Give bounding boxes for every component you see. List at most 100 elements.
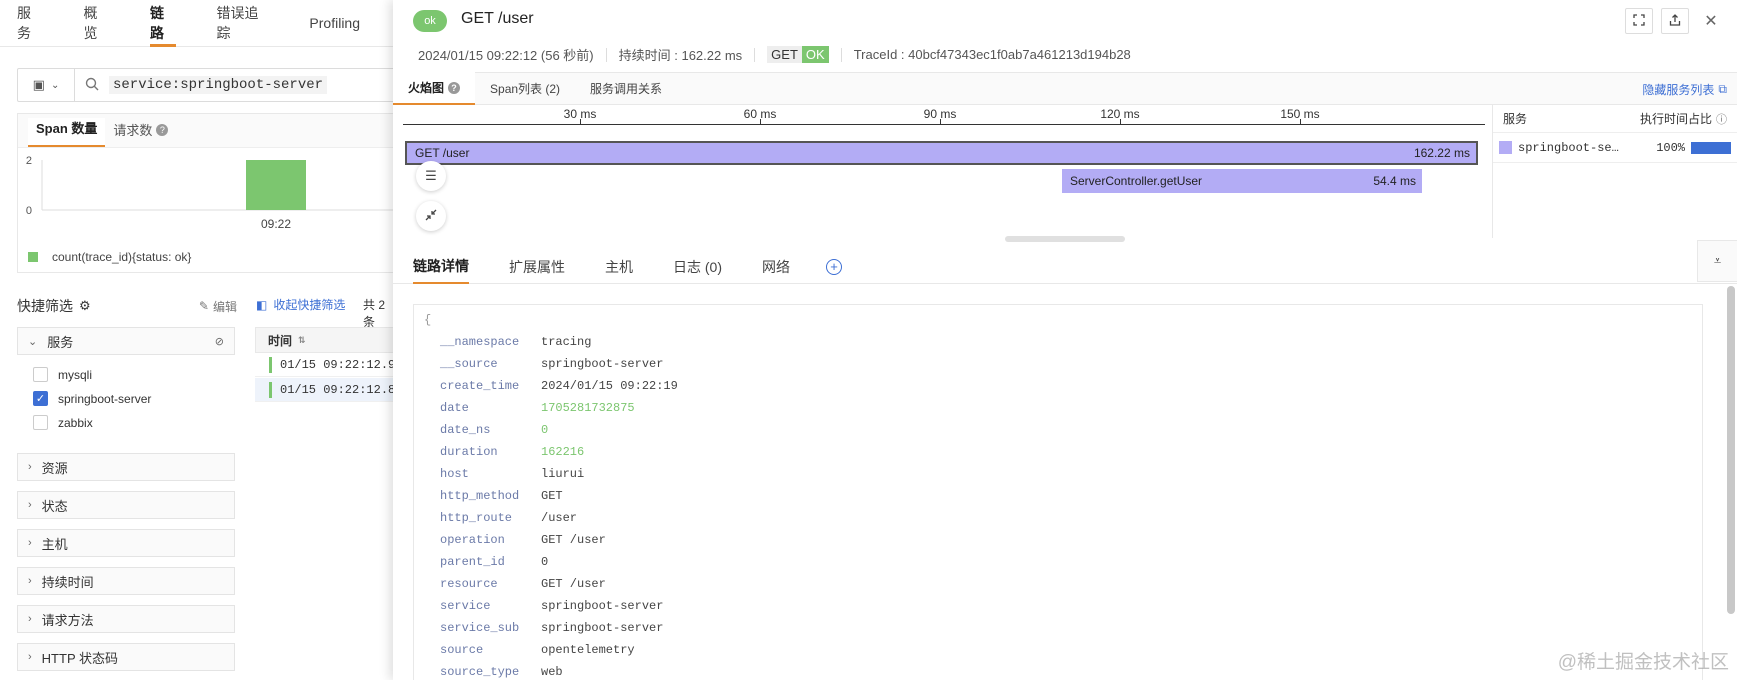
- facet-option-springboot-server[interactable]: ✓ springboot-server: [33, 391, 151, 406]
- query-mode-select[interactable]: ▣ ⌄: [18, 69, 75, 101]
- chevron-right-icon: ›: [28, 461, 32, 473]
- share-button[interactable]: [1661, 8, 1689, 34]
- attribute-value: tracing: [541, 335, 592, 349]
- attribute-row: __namespace tracing: [424, 331, 1692, 353]
- tab-trace-detail[interactable]: 链路详情: [413, 250, 469, 284]
- attribute-key: service_sub: [440, 621, 520, 635]
- tab-logs[interactable]: 日志 (0): [673, 250, 722, 284]
- tab-service-map[interactable]: 服务调用关系: [575, 72, 677, 105]
- drawer-header: ok GET /user 2024/01/15 09:22:12 (56 秒前)…: [393, 0, 1737, 72]
- chevron-right-icon: ›: [28, 651, 32, 663]
- collapse-quick-filter-link[interactable]: ◧ 收起快捷筛选: [256, 296, 345, 313]
- tab-extended-attributes[interactable]: 扩展属性: [509, 250, 565, 284]
- tab-host[interactable]: 主机: [605, 250, 633, 284]
- list-row-selected[interactable]: 01/15 09:22:12.8: [255, 378, 405, 402]
- trace-explorer: 服务 概览 链路 错误追踪 Profiling ▣ ⌄ service:spri…: [0, 0, 407, 680]
- facet-label: 主机: [41, 536, 68, 552]
- span-name: GET /user: [415, 146, 470, 160]
- service-name: springboot-se…: [1518, 140, 1619, 155]
- attribute-value: opentelemetry: [541, 643, 635, 657]
- facet-resource[interactable]: › 资源: [17, 453, 235, 481]
- attribute-value: 0: [541, 555, 549, 569]
- add-tab-icon[interactable]: +: [826, 258, 842, 275]
- bar-chart: 2 0 09:22: [26, 155, 402, 231]
- axis-tick-mark: [1120, 119, 1121, 124]
- fullscreen-button[interactable]: [1625, 8, 1653, 34]
- nav-traces[interactable]: 链路: [149, 0, 177, 47]
- collapse-button[interactable]: [416, 201, 446, 231]
- attribute-value: 1705281732875: [541, 401, 635, 415]
- compress-icon: [425, 209, 437, 224]
- hide-service-list-link[interactable]: 隐藏服务列表 ⧉: [1642, 81, 1727, 98]
- attribute-value: springboot-server: [541, 599, 664, 613]
- list-row[interactable]: 01/15 09:22:12.9: [255, 353, 405, 377]
- search-query-token[interactable]: service:springboot-server: [109, 76, 328, 94]
- nav-error-tracking[interactable]: 错误追踪: [216, 0, 269, 47]
- attribute-key: source: [440, 643, 484, 657]
- list-row-time: 01/15 09:22:12.8: [280, 382, 396, 397]
- list-icon: ☰: [425, 168, 437, 183]
- nav-overview[interactable]: 概览: [83, 0, 109, 47]
- list-view-button[interactable]: ☰: [416, 161, 446, 191]
- resize-handle[interactable]: [1005, 236, 1125, 242]
- tab-flame-graph-label: 火焰图: [408, 81, 445, 95]
- clear-filter-icon[interactable]: ⊘: [215, 335, 224, 348]
- close-icon: ✕: [1704, 13, 1718, 30]
- view-tabs: 火焰图 ? Span列表 (2) 服务调用关系 隐藏服务列表 ⧉: [393, 72, 1737, 105]
- checkbox[interactable]: [33, 367, 48, 382]
- search-bar[interactable]: ▣ ⌄ service:springboot-server: [17, 68, 407, 102]
- attribute-key: host: [440, 467, 469, 481]
- attribute-key: source_type: [440, 665, 520, 679]
- span-bar-root[interactable]: GET /user 162.22 ms: [405, 141, 1478, 165]
- facet-service[interactable]: ⌄ 服务 ⊘: [17, 327, 235, 355]
- service-row[interactable]: springboot-se… 100%: [1493, 133, 1737, 163]
- list-header-time[interactable]: 时间 ⇅: [255, 327, 405, 353]
- facet-option-mysqli[interactable]: mysqli: [33, 367, 92, 382]
- checkbox[interactable]: [33, 415, 48, 430]
- http-method-tag: GET: [767, 46, 802, 63]
- attribute-value: springboot-server: [541, 621, 664, 635]
- list-row-time: 01/15 09:22:12.9: [280, 357, 396, 372]
- tab-flame-graph[interactable]: 火焰图 ?: [393, 72, 476, 105]
- facet-label: HTTP 状态码: [41, 650, 118, 666]
- tab-request-count[interactable]: 请求数 ?: [105, 120, 176, 147]
- attribute-key: resource: [440, 577, 498, 591]
- facet-http-status[interactable]: › HTTP 状态码: [17, 643, 235, 671]
- status-bar: [269, 381, 272, 398]
- tab-span-list[interactable]: Span列表 (2): [475, 72, 575, 105]
- tab-span-count[interactable]: Span 数量: [28, 118, 106, 147]
- chart-panel: Span 数量 请求数 ? 2 0 09:22 count(trace_id){st…: [17, 113, 407, 273]
- panel-toggle-icon: ⧉: [1718, 82, 1727, 96]
- attribute-row: source opentelemetry: [424, 639, 1692, 661]
- span-duration: 162.22 ms: [1413, 146, 1470, 160]
- bar: [246, 160, 306, 210]
- tab-network[interactable]: 网络: [762, 250, 790, 284]
- status-bar: [269, 356, 272, 373]
- gear-icon[interactable]: ⚙: [79, 298, 91, 314]
- service-pct-bar: [1691, 141, 1731, 154]
- attribute-value: GET /user: [541, 577, 606, 591]
- y-tick-label: 0: [26, 205, 32, 217]
- facet-status[interactable]: › 状态: [17, 491, 235, 519]
- legend-swatch: [28, 252, 38, 262]
- trace-duration: 持续时间 : 162.22 ms: [618, 48, 743, 63]
- checkbox-checked[interactable]: ✓: [33, 391, 48, 406]
- facet-label: 请求方法: [41, 612, 94, 628]
- facet-duration[interactable]: › 持续时间: [17, 567, 235, 595]
- scrollbar[interactable]: [1727, 286, 1735, 614]
- span-bar-child[interactable]: ServerController.getUser 54.4 ms: [1062, 169, 1422, 193]
- attribute-value: 2024/01/15 09:22:19: [541, 379, 678, 393]
- close-button[interactable]: ✕: [1697, 8, 1725, 34]
- attribute-row: service_sub springboot-server: [424, 617, 1692, 639]
- side-panel-toggle[interactable]: ⩡: [1697, 240, 1737, 282]
- attribute-row: source_type web: [424, 661, 1692, 680]
- sort-icon[interactable]: ⇅: [298, 335, 306, 346]
- facet-request-method[interactable]: › 请求方法: [17, 605, 235, 633]
- facet-option-zabbix[interactable]: zabbix: [33, 415, 93, 430]
- facet-host[interactable]: › 主机: [17, 529, 235, 557]
- nav-profiling[interactable]: Profiling: [309, 0, 360, 47]
- edit-filter-button[interactable]: ✎ 编辑: [199, 298, 237, 315]
- top-nav: 服务 概览 链路 错误追踪 Profiling: [0, 0, 400, 47]
- nav-services[interactable]: 服务: [17, 0, 43, 47]
- axis-tick-mark: [760, 119, 761, 124]
